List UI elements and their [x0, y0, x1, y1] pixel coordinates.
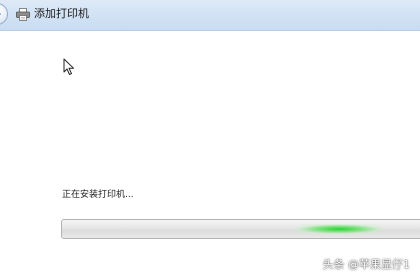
install-status-text: 正在安装打印机... [62, 190, 134, 200]
back-button[interactable] [0, 3, 8, 25]
printer-icon [16, 8, 30, 21]
install-progress-bar [61, 219, 420, 239]
window-title: 添加打印机 [34, 7, 89, 20]
watermark: 头条 @苹果显仔1 [322, 258, 411, 271]
progress-glow [295, 224, 382, 234]
back-arrow-icon [0, 13, 1, 15]
window-titlebar: 添加打印机 [0, 0, 420, 31]
mouse-cursor-icon [63, 58, 74, 75]
